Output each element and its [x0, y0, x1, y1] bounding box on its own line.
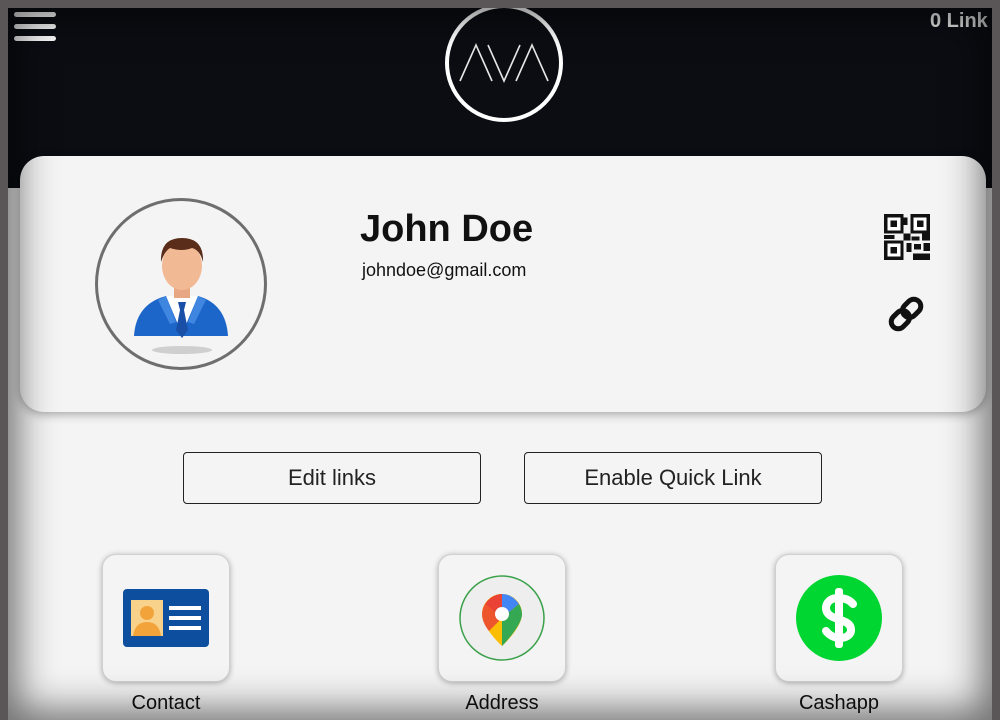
edit-links-button[interactable]: Edit links	[183, 452, 481, 504]
enable-quick-link-button[interactable]: Enable Quick Link	[524, 452, 822, 504]
link-label-contact: Contact	[131, 692, 201, 714]
copy-link-button[interactable]	[886, 294, 926, 334]
avatar	[95, 198, 267, 370]
brand-logo[interactable]	[445, 8, 563, 122]
link-tile-address[interactable]	[438, 554, 566, 682]
qr-code-button[interactable]	[884, 214, 930, 260]
link-label-cashapp: Cashapp	[798, 692, 880, 714]
hamburger-menu-button[interactable]	[14, 12, 56, 48]
profile-name: John Doe	[360, 208, 534, 250]
logo-lettering	[459, 43, 549, 83]
link-tile-contact[interactable]	[102, 554, 230, 682]
cashapp-icon	[796, 575, 882, 661]
menu-bar	[14, 12, 56, 17]
app-screen: 0 Link John Doe johndoe@gmail.com Edit l…	[8, 8, 992, 720]
menu-bar	[14, 36, 56, 41]
menu-bar	[14, 24, 56, 29]
profile-email: johndoe@gmail.com	[362, 260, 527, 280]
link-label-address: Address	[465, 692, 539, 714]
contact-card-icon	[123, 589, 209, 647]
person-avatar-icon	[134, 238, 228, 354]
link-tile-cashapp[interactable]	[775, 554, 903, 682]
google-maps-icon	[459, 575, 545, 661]
profile-card: John Doe johndoe@gmail.com	[20, 156, 986, 412]
link-count: 0 Link	[930, 10, 988, 32]
chain-link-icon	[888, 296, 924, 332]
qr-code-icon	[884, 214, 930, 260]
